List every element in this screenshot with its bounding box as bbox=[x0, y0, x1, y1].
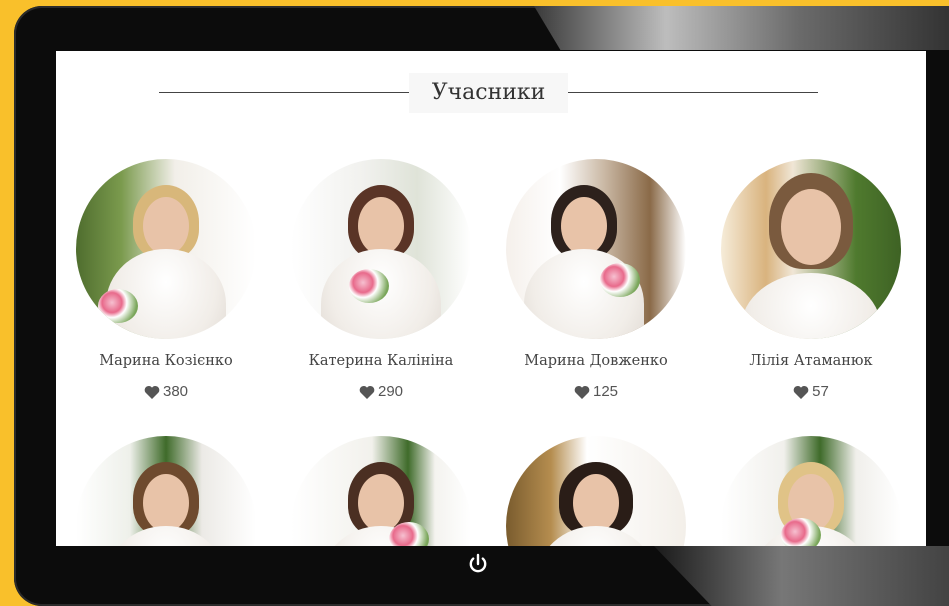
participant-card[interactable] bbox=[501, 436, 691, 546]
vote-count[interactable]: 57 bbox=[716, 383, 906, 400]
participant-photo[interactable] bbox=[291, 159, 471, 339]
heading-rule-left bbox=[159, 92, 409, 93]
participant-photo[interactable] bbox=[721, 159, 901, 339]
heading-rule-right bbox=[568, 92, 818, 93]
participant-photo[interactable] bbox=[76, 159, 256, 339]
bezel-glare bbox=[654, 546, 949, 606]
participant-card[interactable]: Катерина Калініна 290 bbox=[286, 159, 476, 400]
section-heading: Учасники bbox=[56, 73, 926, 113]
heart-icon[interactable] bbox=[144, 385, 160, 399]
heart-icon[interactable] bbox=[359, 385, 375, 399]
participant-photo[interactable] bbox=[506, 159, 686, 339]
heart-icon[interactable] bbox=[793, 385, 809, 399]
section-title: Учасники bbox=[409, 73, 568, 113]
screen-glare bbox=[534, 6, 949, 50]
participant-card[interactable]: Марина Козієнко 380 bbox=[71, 159, 261, 400]
vote-count-value: 57 bbox=[812, 383, 829, 400]
power-icon[interactable] bbox=[466, 552, 490, 576]
vote-count-value: 290 bbox=[377, 383, 404, 400]
participant-photo[interactable] bbox=[76, 436, 256, 546]
participant-card[interactable]: Лілія Атаманюк 57 bbox=[716, 159, 906, 400]
tablet-frame: Учасники Марина Козієнко 380 Катерина Ка… bbox=[14, 6, 949, 606]
participant-name[interactable]: Марина Козієнко bbox=[71, 353, 261, 369]
participant-photo[interactable] bbox=[291, 436, 471, 546]
vote-count[interactable]: 380 bbox=[71, 383, 261, 400]
screen: Учасники Марина Козієнко 380 Катерина Ка… bbox=[56, 51, 926, 546]
participant-name[interactable]: Лілія Атаманюк bbox=[716, 353, 906, 369]
participant-card[interactable] bbox=[71, 436, 261, 546]
vote-count-value: 125 bbox=[592, 383, 619, 400]
vote-count[interactable]: 125 bbox=[501, 383, 691, 400]
participant-photo[interactable] bbox=[721, 436, 901, 546]
participant-name[interactable]: Катерина Калініна bbox=[286, 353, 476, 369]
vote-count[interactable]: 290 bbox=[286, 383, 476, 400]
participant-card[interactable] bbox=[286, 436, 476, 546]
participant-name[interactable]: Марина Довженко bbox=[501, 353, 691, 369]
participant-photo[interactable] bbox=[506, 436, 686, 546]
vote-count-value: 380 bbox=[162, 383, 189, 400]
participant-card[interactable]: Марина Довженко 125 bbox=[501, 159, 691, 400]
participant-card[interactable] bbox=[716, 436, 906, 546]
heart-icon[interactable] bbox=[574, 385, 590, 399]
